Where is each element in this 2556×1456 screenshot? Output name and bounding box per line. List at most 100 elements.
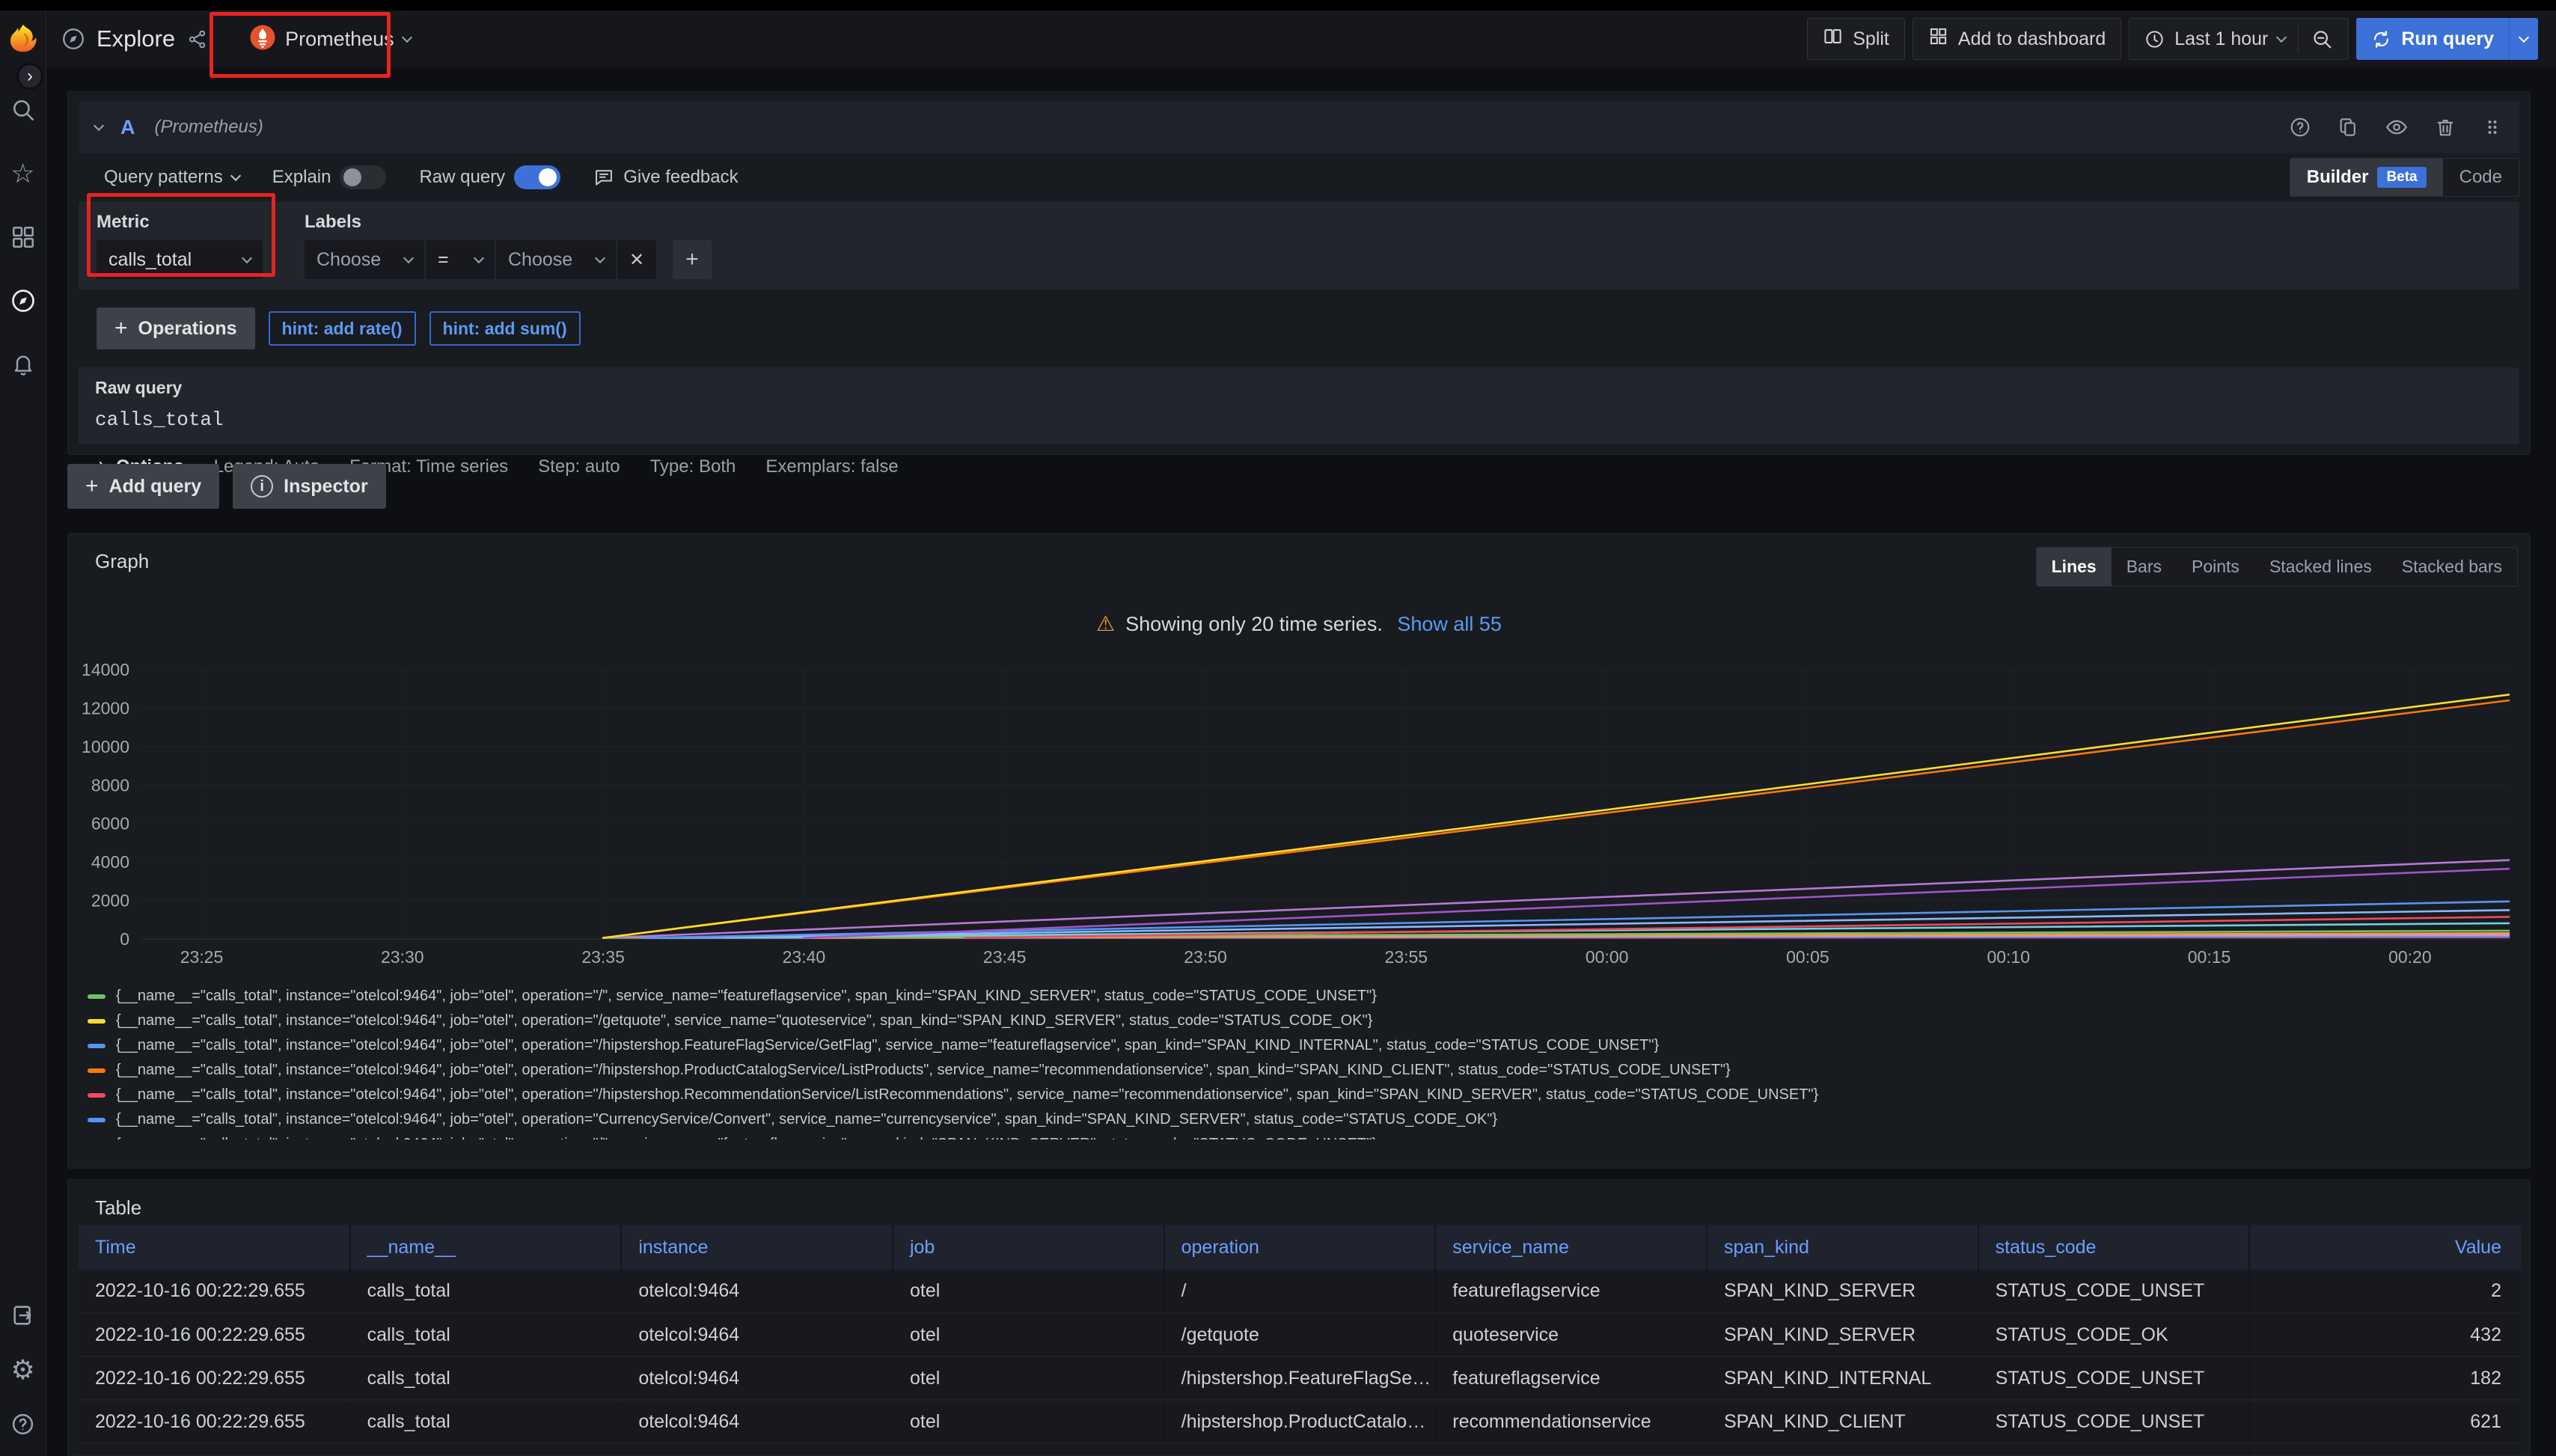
zoom-out-button[interactable] <box>2311 28 2333 50</box>
query-datasource-hint: (Prometheus) <box>155 117 263 138</box>
run-query-button[interactable]: Run query <box>2356 18 2538 60</box>
query-hint-button-0[interactable]: hint: add rate() <box>269 311 416 346</box>
column-header-name[interactable]: __name__ <box>350 1225 622 1270</box>
svg-text:23:35: 23:35 <box>581 947 625 967</box>
table-cell: 2022-10-16 00:22:29.655 <box>79 1270 350 1313</box>
svg-text:23:25: 23:25 <box>180 947 224 967</box>
add-to-dashboard-label: Add to dashboard <box>1958 28 2106 50</box>
label-operator-select[interactable]: = <box>426 240 495 279</box>
explain-toggle[interactable] <box>340 165 386 189</box>
window-top-strip <box>0 0 2556 10</box>
query-hints: hint: add rate() hint: add sum() <box>269 311 581 346</box>
table-cell: otelcol:9464 <box>621 1313 893 1356</box>
query-patterns-dropdown[interactable]: Query patterns <box>104 167 239 188</box>
alerting-bell-icon[interactable] <box>11 352 35 376</box>
legend-item[interactable]: {__name__="calls_total", instance="otelc… <box>88 1107 2521 1132</box>
grafana-logo[interactable] <box>0 10 46 67</box>
legend-item-partial[interactable]: {__name__="calls_total", instance="otelc… <box>88 1132 2521 1140</box>
run-query-refresh-icon <box>2371 29 2391 49</box>
sidebar-bottom-nav: ⚙ <box>10 1303 36 1437</box>
datasource-picker[interactable]: Prometheus <box>240 18 423 61</box>
comment-icon <box>593 167 614 188</box>
query-help-icon[interactable] <box>2289 116 2311 138</box>
table-cell: calls_total <box>350 1356 622 1400</box>
time-range-button[interactable]: Last 1 hour <box>2174 28 2268 50</box>
query-ref-id[interactable]: A <box>120 116 135 139</box>
grafana-explore-page: ☆ ⚙ › Explore <box>0 0 2556 1456</box>
graph-mode-tab-stacked-bars[interactable]: Stacked bars <box>2387 548 2517 586</box>
legend-swatch <box>88 1093 106 1098</box>
inspector-button[interactable]: i Inspector <box>233 464 386 509</box>
label-key-select[interactable]: Choose <box>305 240 424 279</box>
legend-item[interactable]: {__name__="calls_total", instance="otelc… <box>88 1058 2521 1083</box>
sidebar-expand-button[interactable]: › <box>16 63 43 90</box>
legend-item[interactable]: {__name__="calls_total", instance="otelc… <box>88 1083 2521 1107</box>
column-header-time[interactable]: Time <box>79 1225 350 1270</box>
dashboards-icon[interactable] <box>10 224 36 250</box>
legend-label: {__name__="calls_total", instance="otelc… <box>116 988 1377 1005</box>
svg-text:4000: 4000 <box>91 852 129 872</box>
graph-legend: {__name__="calls_total", instance="otelc… <box>88 984 2521 1140</box>
starred-icon[interactable]: ☆ <box>10 160 34 187</box>
legend-item[interactable]: {__name__="calls_total", instance="otelc… <box>88 984 2521 1009</box>
legend-label: {__name__="calls_total", instance="otelc… <box>116 1012 1372 1030</box>
chevron-down-icon <box>242 253 252 263</box>
duplicate-query-icon[interactable] <box>2337 116 2359 138</box>
share-icon[interactable] <box>187 29 207 49</box>
time-range-group: Last 1 hour <box>2129 18 2349 60</box>
add-label-filter-button[interactable]: + <box>673 240 712 279</box>
graph-panel: Graph LinesBarsPointsStacked linesStacke… <box>67 533 2531 1169</box>
column-header-job[interactable]: job <box>893 1225 1164 1270</box>
settings-gear-icon[interactable]: ⚙ <box>10 1356 34 1383</box>
metric-select[interactable]: calls_total <box>97 240 263 279</box>
svg-text:00:05: 00:05 <box>1786 947 1829 967</box>
svg-text:23:45: 23:45 <box>983 947 1027 967</box>
graph-mode-tab-lines[interactable]: Lines <box>2037 548 2112 586</box>
raw-query-toggle[interactable] <box>514 165 560 189</box>
table-cell: 2022-10-16 00:22:29.655 <box>79 1313 350 1356</box>
table-cell: calls_total <box>350 1270 622 1313</box>
graph-mode-tab-points[interactable]: Points <box>2177 548 2254 586</box>
builder-mode-tab[interactable]: Builder Beta <box>2290 159 2443 196</box>
column-header-instance[interactable]: instance <box>621 1225 893 1270</box>
show-all-series-link[interactable]: Show all 55 <box>1397 613 1502 635</box>
metric-label: Metric <box>97 212 263 233</box>
table-cell: otelcol:9464 <box>621 1443 893 1456</box>
graph-mode-tab-stacked-lines[interactable]: Stacked lines <box>2254 548 2387 586</box>
code-label: Code <box>2459 167 2502 188</box>
graph-mode-tab-bars[interactable]: Bars <box>2112 548 2177 586</box>
run-query-dropdown-button[interactable] <box>2509 18 2538 60</box>
table-cell: recommendationservice <box>1435 1443 1707 1456</box>
explain-label: Explain <box>272 167 331 188</box>
column-header-value[interactable]: Value <box>2249 1225 2521 1270</box>
give-feedback-label: Give feedback <box>623 167 738 188</box>
help-icon[interactable] <box>10 1412 35 1437</box>
remove-query-trash-icon[interactable] <box>2434 116 2456 138</box>
table-cell: otel <box>893 1443 1164 1456</box>
add-query-button[interactable]: + Add query <box>67 464 219 509</box>
query-row-header[interactable]: A (Prometheus) <box>79 101 2519 153</box>
sign-in-icon[interactable] <box>10 1303 36 1328</box>
code-mode-tab[interactable]: Code <box>2443 159 2519 196</box>
column-header-service-name[interactable]: service_name <box>1435 1225 1707 1270</box>
label-value-select[interactable]: Choose <box>496 240 616 279</box>
explore-compass-icon <box>61 26 86 52</box>
remove-label-filter-button[interactable]: ✕ <box>617 240 656 279</box>
explore-nav-icon[interactable] <box>10 287 37 314</box>
graph-canvas[interactable]: 23:2523:3023:3523:4023:4523:5023:5500:00… <box>77 658 2522 972</box>
search-icon[interactable] <box>10 97 36 123</box>
add-operation-button[interactable]: + Operations <box>97 308 255 349</box>
table-cell: calls_total <box>350 1400 622 1443</box>
collapse-query-chevron-icon[interactable] <box>94 120 104 131</box>
add-to-dashboard-button[interactable]: Add to dashboard <box>1913 18 2121 60</box>
column-header-status-code[interactable]: status_code <box>1978 1225 2250 1270</box>
split-button[interactable]: Split <box>1807 18 1905 60</box>
column-header-operation[interactable]: operation <box>1164 1225 1436 1270</box>
legend-item[interactable]: {__name__="calls_total", instance="otelc… <box>88 1033 2521 1058</box>
drag-handle-icon[interactable] <box>2482 117 2503 138</box>
hide-response-eye-icon[interactable] <box>2385 115 2409 139</box>
legend-item[interactable]: {__name__="calls_total", instance="otelc… <box>88 1009 2521 1033</box>
give-feedback-link[interactable]: Give feedback <box>593 167 738 188</box>
query-hint-button-1[interactable]: hint: add sum() <box>429 311 581 346</box>
column-header-span-kind[interactable]: span_kind <box>1707 1225 1978 1270</box>
